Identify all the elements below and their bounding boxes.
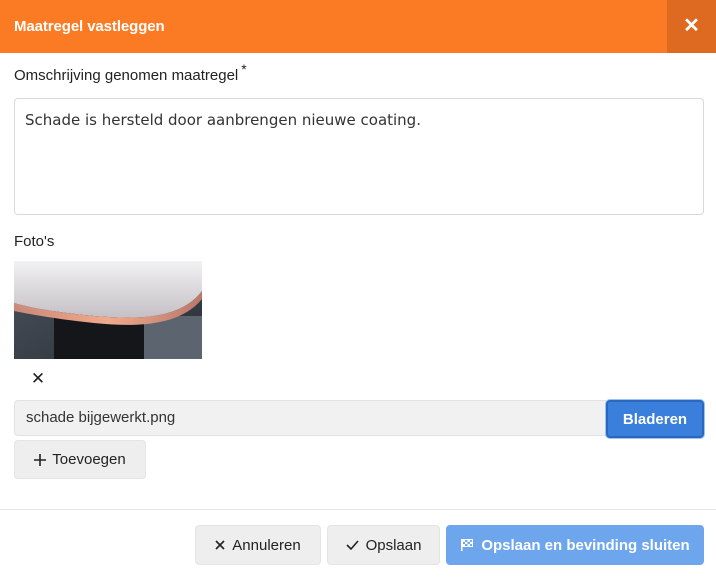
description-label: Omschrijving genomen maatregel * — [14, 61, 247, 84]
required-marker: * — [241, 61, 247, 77]
plus-icon — [34, 453, 47, 466]
remove-photo-icon[interactable]: ✕ — [29, 369, 47, 389]
description-textarea[interactable]: Schade is hersteld door aanbrengen nieuw… — [14, 98, 704, 215]
save-button[interactable]: Opslaan — [327, 525, 440, 565]
save-and-close-finding-button[interactable]: Opslaan en bevinding sluiten — [446, 525, 704, 565]
add-photo-button[interactable]: Toevoegen — [14, 440, 146, 479]
cancel-button[interactable]: Annuleren — [195, 525, 321, 565]
browse-button[interactable]: Bladeren — [606, 400, 704, 438]
add-photo-label: Toevoegen — [52, 451, 126, 468]
save-label: Opslaan — [365, 536, 422, 554]
checkmark-icon — [345, 540, 359, 550]
photos-label: Foto's — [14, 233, 55, 250]
photo-thumbnail — [14, 261, 202, 359]
description-label-text: Omschrijving genomen maatregel — [14, 67, 239, 84]
checkered-flag-icon — [461, 539, 474, 551]
close-button[interactable]: ✕ — [667, 0, 716, 53]
file-name-field[interactable]: schade bijgewerkt.png — [14, 400, 606, 436]
footer-divider — [0, 509, 716, 510]
save-and-close-label: Opslaan en bevinding sluiten — [481, 536, 690, 554]
dialog-header: Maatregel vastleggen ✕ — [0, 0, 716, 53]
cancel-label: Annuleren — [232, 536, 301, 554]
cancel-icon — [215, 540, 225, 550]
measure-dialog: Maatregel vastleggen ✕ Omschrijving geno… — [0, 0, 716, 578]
close-icon: ✕ — [683, 15, 700, 37]
dialog-title: Maatregel vastleggen — [14, 18, 165, 35]
